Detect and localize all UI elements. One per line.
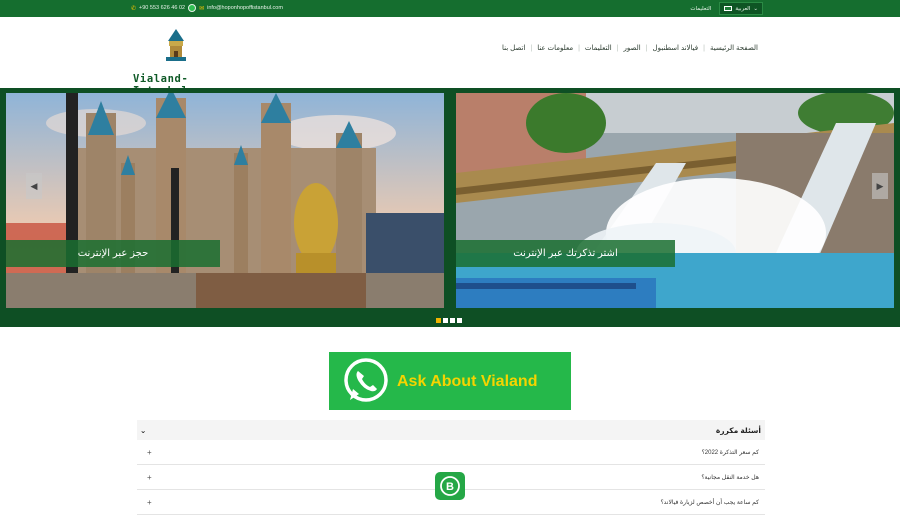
floating-whatsapp-button[interactable]: B [435,472,465,500]
slider-next-button[interactable]: ▶ [872,173,888,199]
slide-waterride[interactable]: ▶ اشتر تذكرتك عبر الإنترنت [456,93,894,308]
slider-dot[interactable] [436,318,441,323]
castle-photo [6,93,444,308]
slide-caption-tickets[interactable]: اشتر تذكرتك عبر الإنترنت [456,240,675,267]
faq-header[interactable]: ⌄ أسئلة مكررة [137,420,765,440]
nav-about[interactable]: معلومات عنا [532,44,578,52]
nav-home[interactable]: الصفحة الرئيسية [705,44,763,52]
slider-dot[interactable] [450,318,455,323]
flag-icon [724,6,733,11]
water-ride-photo [456,93,894,308]
slider-prev-button[interactable]: ◀ [26,173,42,199]
faq-section: ⌄ أسئلة مكررة + كم سعر التذكرة 2022؟ + ه… [137,420,765,515]
nav-faq[interactable]: التعليمات [580,44,617,52]
whatsapp-business-icon: B [440,476,460,496]
site-header: Vialand-Istanbul.com اتصل بنا | معلومات … [0,17,900,97]
slider-dot[interactable] [443,318,448,323]
castle-logo-icon [166,25,186,61]
faq-item[interactable]: + كم سعر التذكرة 2022؟ [137,440,765,465]
slide-caption-booking[interactable]: حجز عبر الإنترنت [6,240,220,267]
nav-gallery[interactable]: الصور [619,44,646,52]
plus-icon: + [147,447,152,457]
slider-dots [436,318,462,323]
faq-title: أسئلة مكررة [715,425,761,435]
faq-link[interactable]: التعليمات [690,6,711,12]
main-nav: اتصل بنا | معلومات عنا | التعليمات | الص… [497,44,763,53]
chevron-down-icon: ⌄ [140,425,147,435]
email-address[interactable]: info@hoponhopoffistanbul.com [207,5,283,11]
phone-icon: ✆ [131,5,137,12]
mail-icon: ✉ [199,5,205,12]
phone-number[interactable]: +90 553 626 46 02 [139,5,185,11]
whatsapp-icon[interactable] [188,4,197,12]
whatsapp-banner-button[interactable]: Ask About Vialand [329,352,571,410]
nav-vialand[interactable]: فيالاند اسطنبول [648,44,704,52]
whatsapp-icon [344,358,388,402]
hero-slider: ◀ حجز عبر الإنترنت ▶ اشتر تذكرتك عبر الإ… [0,88,900,327]
contact-info: ✆ +90 553 626 46 02 ✉ info@hoponhopoffis… [131,4,283,12]
slide-castle[interactable]: ◀ حجز عبر الإنترنت [6,93,444,308]
site-logo[interactable]: Vialand-Istanbul.com [133,25,259,97]
chevron-down-icon: ⌄ [753,5,758,12]
language-selector[interactable]: العربية ⌄ [719,2,763,15]
nav-contact[interactable]: اتصل بنا [497,44,530,52]
language-label: العربية [735,5,751,12]
plus-icon: + [147,472,152,482]
svg-text:B: B [446,481,454,493]
slider-dot[interactable] [457,318,462,323]
top-bar: ✆ +90 553 626 46 02 ✉ info@hoponhopoffis… [0,0,900,17]
plus-icon: + [147,497,152,507]
faq-question: كم ساعة يجب أن أخصص لزيارة فيالاند؟ [660,499,759,506]
faq-question: كم سعر التذكرة 2022؟ [701,449,759,456]
whatsapp-banner-label: Ask About Vialand [397,373,538,390]
faq-question: هل خدمة النقل مجانية؟ [701,474,759,481]
